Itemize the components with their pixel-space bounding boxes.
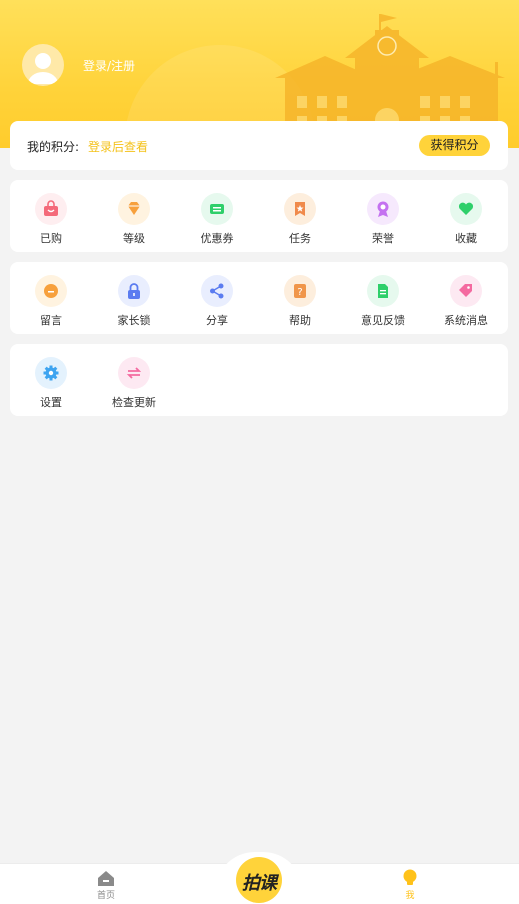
menu-item-coupon[interactable]: 优惠券	[182, 193, 252, 245]
earn-points-button[interactable]: 获得积分	[419, 135, 490, 156]
feedback-document-icon	[367, 275, 399, 307]
menu-item-label: 设置	[40, 396, 62, 409]
menu-item-label: 意见反馈	[361, 314, 405, 327]
menu-item-settings[interactable]: 设置	[16, 357, 86, 409]
menu-item-level[interactable]: 等级	[99, 193, 169, 245]
menu-card-tools: 留言 家长锁 分享 ? 帮助 意见反馈 系统消息	[10, 262, 508, 334]
menu-item-label: 留言	[40, 314, 62, 327]
refresh-arrows-icon	[118, 357, 150, 389]
menu-item-label: 荣誉	[372, 232, 394, 245]
tab-capture-lesson-button[interactable]: 拍课	[236, 857, 282, 903]
chat-icon	[35, 275, 67, 307]
menu-item-label: 系统消息	[444, 314, 488, 327]
diamond-icon	[118, 193, 150, 225]
share-icon	[201, 275, 233, 307]
points-card: 我的积分: 登录后查看 获得积分	[10, 121, 508, 170]
menu-item-label: 任务	[289, 232, 311, 245]
login-register-link[interactable]: 登录/注册	[83, 57, 135, 74]
menu-item-share[interactable]: 分享	[182, 275, 252, 327]
home-icon	[98, 871, 114, 886]
tab-me-label: 我	[405, 891, 415, 901]
menu-item-label: 检查更新	[112, 396, 156, 409]
menu-item-system-messages[interactable]: 系统消息	[431, 275, 501, 327]
menu-item-parent-lock[interactable]: 家长锁	[99, 275, 169, 327]
menu-item-feedback[interactable]: 意见反馈	[348, 275, 418, 327]
menu-item-label: 优惠券	[200, 232, 234, 245]
shopping-bag-icon	[35, 193, 67, 225]
menu-card-purchases: 已购 等级 优惠券 任务 荣誉 收藏	[10, 180, 508, 252]
menu-item-task[interactable]: 任务	[265, 193, 335, 245]
lightbulb-icon	[403, 869, 417, 885]
menu-item-label: 等级	[123, 232, 145, 245]
menu-item-label: 帮助	[289, 314, 311, 327]
tab-home-label: 首页	[96, 891, 115, 901]
menu-item-label: 已购	[40, 232, 62, 245]
menu-item-label: 收藏	[455, 232, 477, 245]
menu-card-settings: 设置 检查更新	[10, 344, 508, 416]
task-bookmark-icon	[284, 193, 316, 225]
help-icon: ?	[284, 275, 316, 307]
lock-icon	[118, 275, 150, 307]
medal-icon	[367, 193, 399, 225]
tab-home[interactable]: 首页	[86, 868, 126, 902]
tab-me[interactable]: 我	[390, 868, 430, 902]
points-label: 我的积分:	[27, 140, 80, 154]
points-login-link[interactable]: 登录后查看	[88, 138, 148, 155]
capture-lesson-logo-text: 拍课	[242, 873, 277, 894]
menu-item-message[interactable]: 留言	[16, 275, 86, 327]
menu-item-purchased[interactable]: 已购	[16, 193, 86, 245]
menu-item-check-update[interactable]: 检查更新	[99, 357, 169, 409]
heart-icon	[450, 193, 482, 225]
menu-item-label: 家长锁	[117, 314, 151, 327]
message-tag-icon	[450, 275, 482, 307]
menu-item-label: 分享	[206, 314, 228, 327]
menu-item-favorites[interactable]: 收藏	[431, 193, 501, 245]
svg-text:?: ?	[297, 287, 302, 298]
menu-item-honor[interactable]: 荣誉	[348, 193, 418, 245]
avatar[interactable]	[22, 44, 64, 86]
user-silhouette-icon	[28, 53, 58, 84]
menu-item-help[interactable]: ? 帮助	[265, 275, 335, 327]
coupon-icon	[201, 193, 233, 225]
gear-icon	[35, 357, 67, 389]
